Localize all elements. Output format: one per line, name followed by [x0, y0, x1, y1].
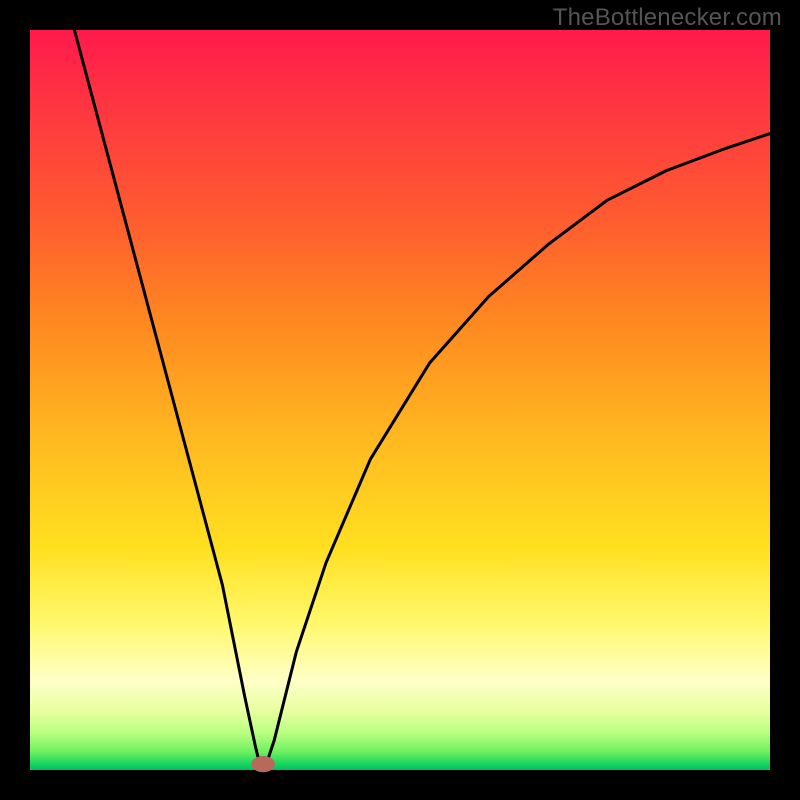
optimal-point-marker [251, 756, 275, 772]
plot-area [30, 30, 770, 770]
chart-frame: TheBottlenecker.com [0, 0, 800, 800]
curve-svg [30, 30, 770, 770]
bottleneck-curve [74, 30, 770, 770]
watermark-text: TheBottlenecker.com [553, 4, 782, 32]
